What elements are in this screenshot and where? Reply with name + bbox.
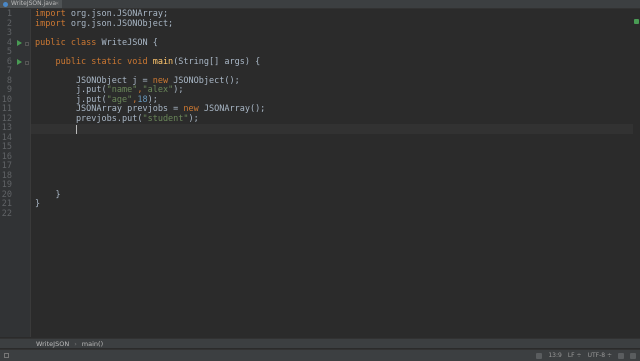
no-errors-icon[interactable] bbox=[634, 19, 639, 24]
code-token: JSONObject(); bbox=[173, 75, 240, 86]
line-separator[interactable]: LF ÷ bbox=[568, 352, 582, 359]
text-caret bbox=[75, 124, 77, 134]
code-token: j.put( bbox=[35, 85, 107, 95]
code-token: prevjobs.put( bbox=[35, 113, 143, 124]
code-line[interactable] bbox=[35, 124, 76, 134]
editor-tab-bar: WriteJSON.java × bbox=[0, 0, 640, 9]
tab-writejson[interactable]: WriteJSON.java × bbox=[0, 0, 62, 8]
code-token: "name" bbox=[106, 85, 138, 95]
status-indicator-icon[interactable] bbox=[536, 352, 543, 359]
code-token: ); bbox=[147, 94, 158, 105]
code-token: new bbox=[183, 104, 204, 114]
tab-label: WriteJSON.java bbox=[11, 0, 57, 7]
breadcrumb-method[interactable]: main() bbox=[82, 340, 103, 348]
hector-icon[interactable] bbox=[630, 352, 636, 359]
status-bar: 13:9 LF ÷ UTF-8 ÷ bbox=[0, 349, 640, 361]
code-token: "student" bbox=[142, 113, 189, 124]
code-editor[interactable]: import org.json.JSONArray; import org.jso… bbox=[31, 9, 640, 337]
code-token: import bbox=[35, 9, 71, 19]
code-token: ); bbox=[173, 85, 184, 95]
line-number-gutter[interactable]: 1 2 3 4 5 6 7 8 9 10 11 12 13 14 15 16 17 18 19 20 21 22 bbox=[0, 9, 31, 337]
breadcrumb: WriteJSON › main() bbox=[0, 338, 640, 348]
code-token: WriteJSON { bbox=[101, 37, 158, 48]
code-line[interactable]: import org.json.JSONObject; bbox=[35, 18, 174, 30]
current-line-highlight bbox=[31, 124, 640, 134]
line-number: 22 bbox=[1, 208, 12, 219]
code-token: import bbox=[35, 18, 71, 29]
fold-icon[interactable] bbox=[25, 60, 29, 65]
code-token: new bbox=[152, 75, 174, 86]
code-token: main bbox=[152, 56, 174, 67]
code-token: org.json.JSONObject; bbox=[70, 18, 174, 29]
caret-position[interactable]: 13:9 bbox=[548, 352, 561, 359]
code-line[interactable]: public class WriteJSON { bbox=[35, 37, 158, 49]
code-token: } bbox=[35, 189, 61, 200]
code-token: JSONArray(); bbox=[203, 104, 266, 114]
file-encoding[interactable]: UTF-8 ÷ bbox=[588, 352, 612, 359]
code-token: "alex" bbox=[142, 85, 174, 95]
code-token: JSONArray prevjobs = bbox=[35, 104, 184, 114]
lock-icon[interactable] bbox=[618, 352, 624, 359]
code-token: JSONObject j = bbox=[35, 75, 153, 86]
status-right-group: 13:9 LF ÷ UTF-8 ÷ bbox=[536, 350, 636, 361]
breadcrumb-class[interactable]: WriteJSON bbox=[36, 340, 69, 348]
code-line[interactable]: } bbox=[35, 199, 41, 210]
code-line[interactable]: public static void main(String[] args) { bbox=[35, 56, 261, 68]
code-token: "age" bbox=[106, 94, 133, 105]
breadcrumb-separator: › bbox=[74, 339, 77, 348]
run-icon[interactable] bbox=[17, 59, 22, 65]
run-icon[interactable] bbox=[17, 40, 22, 46]
fold-icon[interactable] bbox=[25, 41, 29, 46]
code-token: (String[] args) { bbox=[173, 56, 261, 67]
code-token: j.put( bbox=[35, 94, 107, 105]
code-token: 18 bbox=[137, 94, 148, 105]
code-token: } bbox=[35, 199, 41, 209]
code-token: public static void bbox=[35, 56, 153, 67]
code-token: org.json.JSONArray; bbox=[70, 9, 169, 19]
code-token: public class bbox=[35, 37, 102, 48]
java-class-icon bbox=[3, 1, 8, 7]
code-token: ); bbox=[188, 113, 199, 124]
close-icon[interactable]: × bbox=[55, 0, 59, 8]
tool-windows-icon[interactable] bbox=[4, 353, 9, 358]
error-stripe[interactable] bbox=[633, 9, 640, 337]
